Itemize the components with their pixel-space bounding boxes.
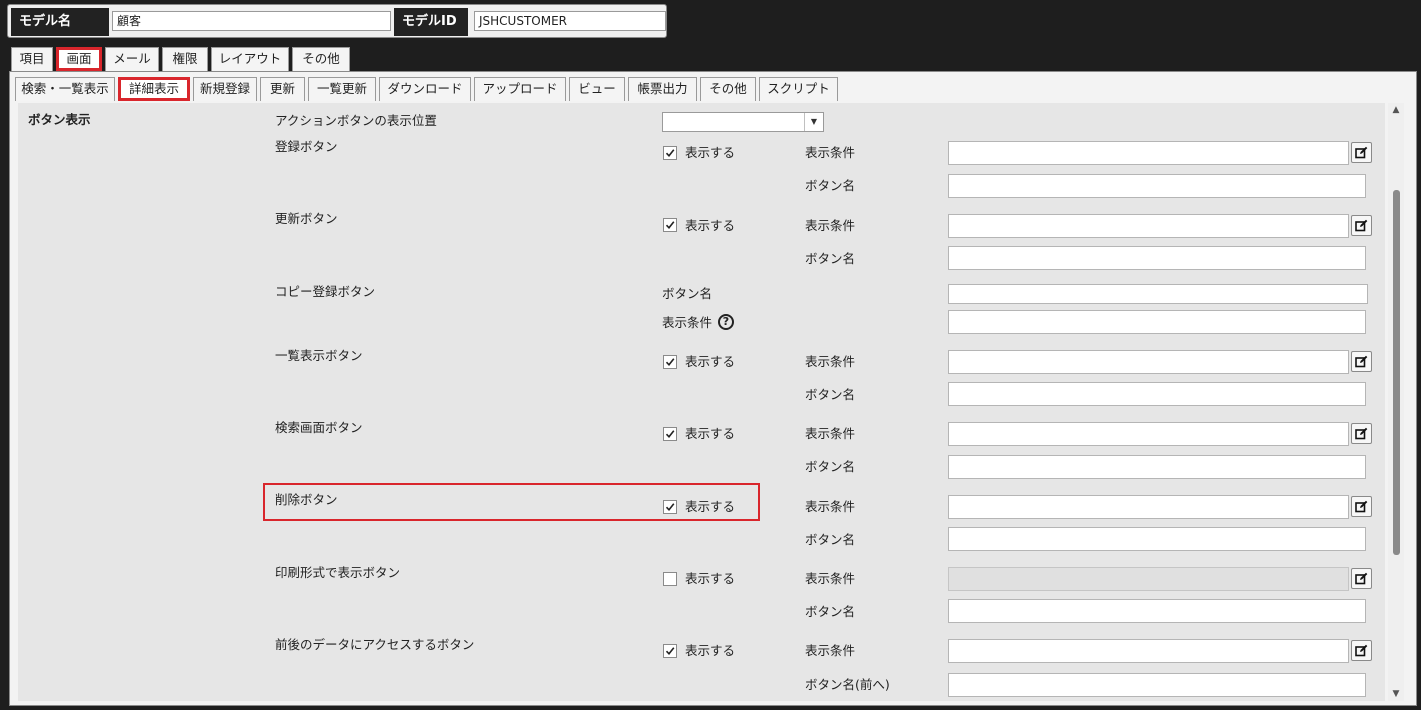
search-screen-button-condition-edit-button[interactable] [1351,423,1372,444]
copy-register-button-name-label: ボタン名 [662,286,713,301]
print-format-button-name-field[interactable] [948,599,1366,623]
register-button-name-label: ボタン名 [805,178,856,193]
list-button-show-checkbox[interactable] [663,355,677,369]
register-button-name-field[interactable] [948,174,1366,198]
list-button-show-label: 表示する [685,354,736,369]
search-screen-button-name-field[interactable] [948,455,1366,479]
subtab-report[interactable]: 帳票出力 [628,77,697,101]
content-scrollbar[interactable]: ▲ ▼ [1388,103,1404,701]
delete-button-condition-edit-button[interactable] [1351,496,1372,517]
prev-next-button-condition-field[interactable] [948,639,1349,663]
prev-next-button-condition-label: 表示条件 [805,643,856,658]
update-button-show-label: 表示する [685,218,736,233]
print-format-button-label: 印刷形式で表示ボタン [275,565,401,580]
tab-screen[interactable]: 画面 [56,47,102,71]
edit-icon [1355,572,1368,585]
print-format-button-condition-label: 表示条件 [805,571,856,586]
delete-button-name-label: ボタン名 [805,532,856,547]
dropdown-arrow-icon[interactable]: ▼ [804,113,823,131]
tab-other[interactable]: その他 [292,47,350,71]
model-id-label: モデルID [394,8,468,36]
subtab-script[interactable]: スクリプト [759,77,838,101]
subtab-detail[interactable]: 詳細表示 [118,77,190,101]
print-format-button-show-label: 表示する [685,571,736,586]
search-screen-button-name-label: ボタン名 [805,459,856,474]
tab-items[interactable]: 項目 [11,47,53,71]
subtab-upload[interactable]: アップロード [474,77,566,101]
model-name-input[interactable]: 顧客 [112,11,391,31]
copy-register-button-condition-field[interactable] [948,310,1366,334]
scroll-down-icon[interactable]: ▼ [1388,687,1404,701]
list-button-condition-label: 表示条件 [805,354,856,369]
subtab-bulk-update[interactable]: 一覧更新 [308,77,376,101]
search-screen-button-label: 検索画面ボタン [275,420,363,435]
subtab-new[interactable]: 新規登録 [193,77,257,101]
update-button-label: 更新ボタン [275,211,338,226]
edit-icon [1355,219,1368,232]
scroll-up-icon[interactable]: ▲ [1388,103,1404,117]
model-id-input[interactable]: JSHCUSTOMER [474,11,666,31]
model-name-label: モデル名 [11,8,109,36]
scrollbar-thumb[interactable] [1393,190,1400,555]
delete-button-label: 削除ボタン [275,492,338,507]
edit-icon [1355,146,1368,159]
register-button-condition-label: 表示条件 [805,145,856,160]
edit-icon [1355,644,1368,657]
register-button-condition-edit-button[interactable] [1351,142,1372,163]
section-title-button-display: ボタン表示 [28,112,91,127]
search-screen-button-condition-label: 表示条件 [805,426,856,441]
delete-button-show-label: 表示する [685,499,736,514]
action-button-position-label: アクションボタンの表示位置 [275,113,437,128]
update-button-name-label: ボタン名 [805,251,856,266]
update-button-condition-field[interactable] [948,214,1349,238]
model-header: モデル名 顧客 モデルID JSHCUSTOMER [7,4,667,38]
prev-next-button-show-checkbox[interactable] [663,644,677,658]
list-button-name-field[interactable] [948,382,1366,406]
register-button-show-checkbox[interactable] [663,146,677,160]
print-format-button-show-checkbox[interactable] [663,572,677,586]
tab-mail[interactable]: メール [105,47,159,71]
print-format-button-name-label: ボタン名 [805,604,856,619]
delete-button-show-checkbox[interactable] [663,500,677,514]
subtab-view[interactable]: ビュー [569,77,625,101]
subtab-search-list[interactable]: 検索・一覧表示 [15,77,115,101]
register-button-show-label: 表示する [685,145,736,160]
action-button-position-select[interactable]: ▼ [662,112,824,132]
tab-layout[interactable]: レイアウト [211,47,289,71]
prev-next-button-show-label: 表示する [685,643,736,658]
delete-button-name-field[interactable] [948,527,1366,551]
search-screen-button-condition-field[interactable] [948,422,1349,446]
prev-next-button-name-prev-label: ボタン名(前へ) [805,677,890,692]
delete-button-condition-field[interactable] [948,495,1349,519]
delete-button-condition-label: 表示条件 [805,499,856,514]
list-button-name-label: ボタン名 [805,387,856,402]
update-button-condition-edit-button[interactable] [1351,215,1372,236]
update-button-condition-label: 表示条件 [805,218,856,233]
copy-register-button-name-field[interactable] [948,284,1368,304]
update-button-show-checkbox[interactable] [663,218,677,232]
register-button-condition-field[interactable] [948,141,1349,165]
prev-next-button-name-prev-field[interactable] [948,673,1366,697]
subtab-update[interactable]: 更新 [260,77,305,101]
print-format-button-condition-edit-button[interactable] [1351,568,1372,589]
register-button-label: 登録ボタン [275,139,338,154]
print-format-button-condition-field[interactable] [948,567,1349,591]
list-button-condition-edit-button[interactable] [1351,351,1372,372]
subtab-download[interactable]: ダウンロード [379,77,471,101]
update-button-name-field[interactable] [948,246,1366,270]
edit-icon [1355,355,1368,368]
list-button-label: 一覧表示ボタン [275,348,363,363]
help-icon[interactable]: ? [718,314,734,330]
copy-register-button-condition-label: 表示条件 [662,315,713,330]
search-screen-button-show-label: 表示する [685,426,736,441]
list-button-condition-field[interactable] [948,350,1349,374]
prev-next-button-condition-edit-button[interactable] [1351,640,1372,661]
tab-permission[interactable]: 権限 [162,47,208,71]
copy-register-button-label: コピー登録ボタン [275,284,376,299]
subtab-other[interactable]: その他 [700,77,756,101]
edit-icon [1355,500,1368,513]
edit-icon [1355,427,1368,440]
prev-next-button-label: 前後のデータにアクセスするボタン [275,637,475,652]
search-screen-button-show-checkbox[interactable] [663,427,677,441]
